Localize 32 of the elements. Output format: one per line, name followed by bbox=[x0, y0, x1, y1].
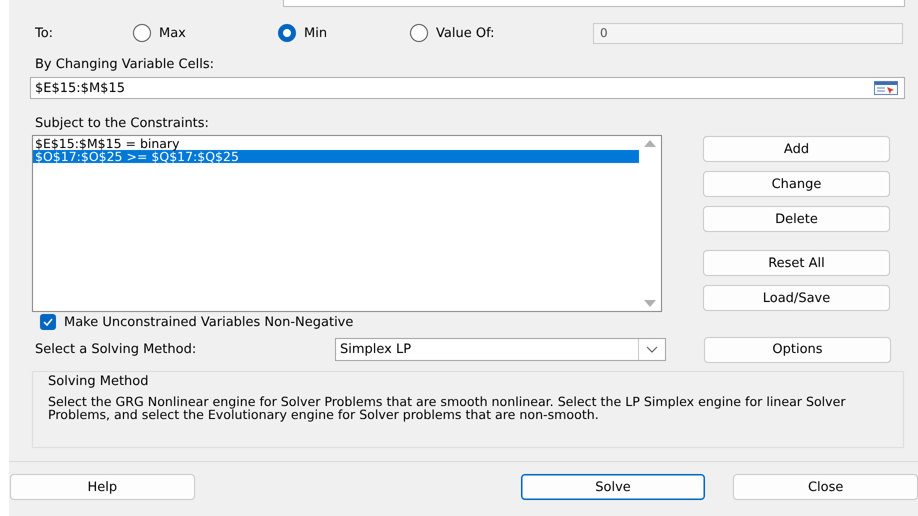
to-label: To: bbox=[35, 26, 54, 40]
changing-cells-field[interactable]: $E$15:$M$15 bbox=[30, 77, 905, 99]
options-button[interactable]: Options bbox=[704, 336, 891, 362]
description-text: Select the GRG Nonlinear engine for Solver Problems that are smooth nonlinear. Select the LP Simplex engine for linear Solver Problems, and select the Evolutionary engine for Solver problems that are non-smooth. bbox=[48, 396, 847, 421]
constraint-item[interactable]: $E$15:$M$15 = binary bbox=[33, 137, 639, 150]
change-button[interactable]: Change bbox=[703, 171, 890, 197]
panel-title: Solving Method bbox=[48, 374, 150, 390]
solve-button[interactable]: Solve bbox=[520, 474, 706, 500]
chevron-down-icon[interactable] bbox=[646, 346, 658, 353]
close-button[interactable]: Close bbox=[733, 474, 918, 500]
checkmark-icon bbox=[43, 318, 53, 326]
objective-field[interactable] bbox=[283, 0, 905, 7]
add-button[interactable]: Add bbox=[703, 136, 890, 162]
range-select-icon[interactable] bbox=[874, 81, 898, 95]
radio-button[interactable] bbox=[133, 24, 151, 42]
help-button[interactable]: Help bbox=[10, 474, 195, 500]
radio-label: Max bbox=[159, 26, 186, 40]
changing-cells-label: By Changing Variable Cells: bbox=[34, 57, 215, 73]
constraint-item[interactable]: $O$17:$O$25 >= $Q$17:$Q$25 bbox=[33, 150, 639, 163]
delete-button[interactable]: Delete bbox=[703, 206, 890, 232]
checkbox[interactable] bbox=[40, 314, 56, 330]
reset-all-button[interactable]: Reset All bbox=[703, 250, 890, 276]
constraints-list[interactable]: $E$15:$M$15 = binary $O$17:$O$25 >= $Q$17:$Q$25 bbox=[32, 135, 662, 312]
radio-button[interactable] bbox=[410, 24, 428, 42]
checkbox-label: Make Unconstrained Variables Non-Negative bbox=[64, 314, 354, 330]
radio-label: Value Of: bbox=[436, 26, 495, 40]
load-save-button[interactable]: Load/Save bbox=[703, 285, 890, 311]
radio-label: Min bbox=[304, 26, 328, 40]
solving-method-label: Select a Solving Method: bbox=[35, 342, 198, 357]
constraints-label: Subject to the Constraints: bbox=[34, 116, 210, 132]
radio-button[interactable] bbox=[278, 24, 296, 42]
solving-method-dropdown[interactable]: Simplex LP bbox=[335, 338, 666, 361]
